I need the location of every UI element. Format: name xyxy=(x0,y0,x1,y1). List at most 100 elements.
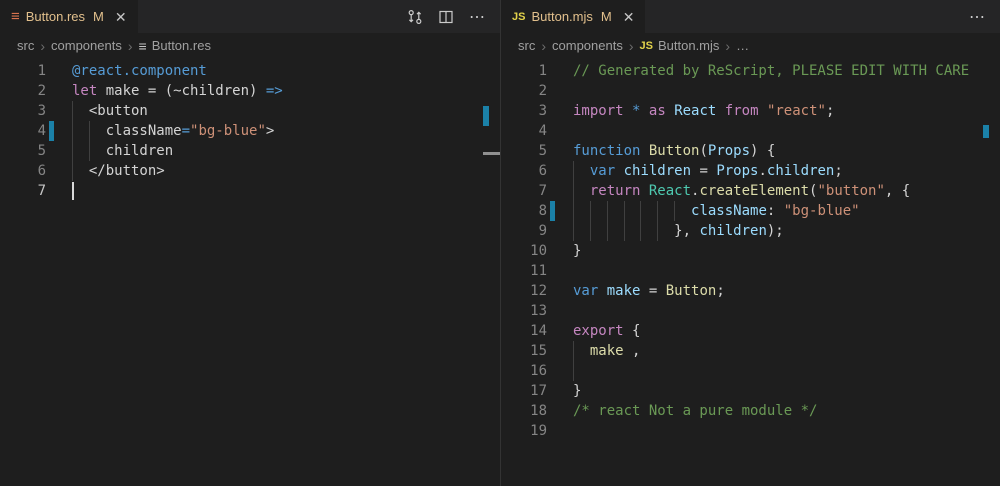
more-actions-icon[interactable]: ⋯ xyxy=(469,7,486,27)
code-line[interactable]: 14export { xyxy=(501,321,1000,341)
code-line[interactable]: 4 xyxy=(501,121,1000,141)
indent-guide xyxy=(573,221,574,241)
code-line[interactable]: 2 let make = (~children) => xyxy=(0,81,500,101)
line-number: 2 xyxy=(0,81,46,101)
code-token: => xyxy=(266,83,283,99)
breadcrumb-item[interactable]: … xyxy=(736,38,749,53)
code-line[interactable]: 4 className="bg-blue"> xyxy=(0,121,500,141)
line-number: 9 xyxy=(501,221,547,241)
modified-badge: M xyxy=(93,9,104,24)
breadcrumb-item[interactable]: components xyxy=(51,38,122,53)
code-token: = xyxy=(691,163,716,179)
code-token: import xyxy=(573,103,624,119)
code-line[interactable]: 8 className: "bg-blue" xyxy=(501,201,1000,221)
code-line[interactable]: 2 xyxy=(501,81,1000,101)
breadcrumb-item[interactable]: components xyxy=(552,38,623,53)
code-token: className xyxy=(691,203,767,219)
code-token: make xyxy=(590,343,624,359)
line-number: 19 xyxy=(501,421,547,441)
breadcrumb-item[interactable]: src xyxy=(17,38,34,53)
code-editor-button-mjs[interactable]: 1// Generated by ReScript, PLEASE EDIT W… xyxy=(501,58,1000,486)
code-line[interactable]: 6 </button> xyxy=(0,161,500,181)
breadcrumb-label: src xyxy=(518,38,535,53)
code-token: ; xyxy=(834,163,842,179)
breadcrumb-item[interactable]: ≡Button.res xyxy=(139,38,211,53)
code-content: 1// Generated by ReScript, PLEASE EDIT W… xyxy=(501,61,1000,441)
code-content: 1@react.component2 let make = (~children)… xyxy=(0,61,500,201)
code-token: let xyxy=(72,83,97,99)
close-icon[interactable]: ✕ xyxy=(623,10,635,24)
code-line[interactable]: 7 return React.createElement("button", { xyxy=(501,181,1000,201)
code-line[interactable]: 1@react.component xyxy=(0,61,500,81)
code-line[interactable]: 16 xyxy=(501,361,1000,381)
code-line[interactable]: 5 children xyxy=(0,141,500,161)
split-editor-icon[interactable] xyxy=(438,9,454,25)
code-token xyxy=(615,163,623,179)
code-token: . xyxy=(758,163,766,179)
breadcrumb-label: components xyxy=(552,38,623,53)
breadcrumb-separator: › xyxy=(725,38,730,54)
code-token xyxy=(640,143,648,159)
line-number: 5 xyxy=(501,141,547,161)
code-token: = xyxy=(182,123,190,139)
line-number: 4 xyxy=(0,121,46,141)
indent-guide xyxy=(640,221,641,241)
line-number: 10 xyxy=(501,241,547,261)
overview-modified-marker xyxy=(483,106,489,126)
code-line[interactable]: 3import * as React from "react"; xyxy=(501,101,1000,121)
code-editor-button-res[interactable]: 1@react.component2 let make = (~children)… xyxy=(0,58,500,486)
indent-guide xyxy=(89,141,90,161)
indent-guide xyxy=(657,201,658,221)
code-line[interactable]: 15 make , xyxy=(501,341,1000,361)
indent-guide xyxy=(573,361,574,381)
indent-guide xyxy=(573,341,574,361)
line-number: 7 xyxy=(0,181,46,201)
breadcrumb-label: src xyxy=(17,38,34,53)
more-actions-icon[interactable]: ⋯ xyxy=(969,7,986,27)
file-list-icon: ≡ xyxy=(139,39,147,53)
code-token xyxy=(598,283,606,299)
code-line[interactable]: 18/* react Not a pure module */ xyxy=(501,401,1000,421)
code-line[interactable]: 3 <button xyxy=(0,101,500,121)
indent-guide xyxy=(573,161,574,181)
code-token: { xyxy=(624,323,641,339)
code-token: as xyxy=(649,103,666,119)
code-line[interactable]: 11 xyxy=(501,261,1000,281)
line-number: 12 xyxy=(501,281,547,301)
indent-guide xyxy=(624,201,625,221)
editor-actions: ⋯ xyxy=(407,0,500,33)
code-token: function xyxy=(573,143,640,159)
close-icon[interactable]: ✕ xyxy=(115,10,127,24)
code-token: <button xyxy=(72,103,148,119)
code-token: /* react Not a pure module */ xyxy=(573,403,817,419)
line-number: 8 xyxy=(501,201,547,221)
code-token: , xyxy=(624,343,641,359)
breadcrumb-item[interactable]: JSButton.mjs xyxy=(640,38,720,53)
editor-workbench: ≡ Button.res M ✕ xyxy=(0,0,1000,486)
tab-button-mjs[interactable]: JS Button.mjs M ✕ xyxy=(501,0,645,33)
editor-group-left: ≡ Button.res M ✕ xyxy=(0,0,500,486)
gutter-modified-marker xyxy=(49,121,54,141)
indent-guide xyxy=(72,161,73,181)
code-line[interactable]: 7 xyxy=(0,181,500,201)
indent-guide xyxy=(624,221,625,241)
code-line[interactable]: 17} xyxy=(501,381,1000,401)
code-token: from xyxy=(725,103,759,119)
breadcrumb-separator: › xyxy=(128,38,133,54)
code-token: // Generated by ReScript, PLEASE EDIT WI… xyxy=(573,63,969,79)
tab-button-res[interactable]: ≡ Button.res M ✕ xyxy=(0,0,138,33)
javascript-file-icon: JS xyxy=(640,40,653,52)
compare-changes-icon[interactable] xyxy=(407,9,423,25)
code-token: var xyxy=(573,283,598,299)
code-line[interactable]: 5function Button(Props) { xyxy=(501,141,1000,161)
code-line[interactable]: 13 xyxy=(501,301,1000,321)
code-line[interactable]: 9 }, children); xyxy=(501,221,1000,241)
code-token: make = (~children) xyxy=(97,83,266,99)
code-line[interactable]: 19 xyxy=(501,421,1000,441)
indent-guide xyxy=(674,201,675,221)
code-line[interactable]: 10} xyxy=(501,241,1000,261)
code-line[interactable]: 12var make = Button; xyxy=(501,281,1000,301)
code-line[interactable]: 1// Generated by ReScript, PLEASE EDIT W… xyxy=(501,61,1000,81)
breadcrumb-item[interactable]: src xyxy=(518,38,535,53)
code-line[interactable]: 6 var children = Props.children; xyxy=(501,161,1000,181)
